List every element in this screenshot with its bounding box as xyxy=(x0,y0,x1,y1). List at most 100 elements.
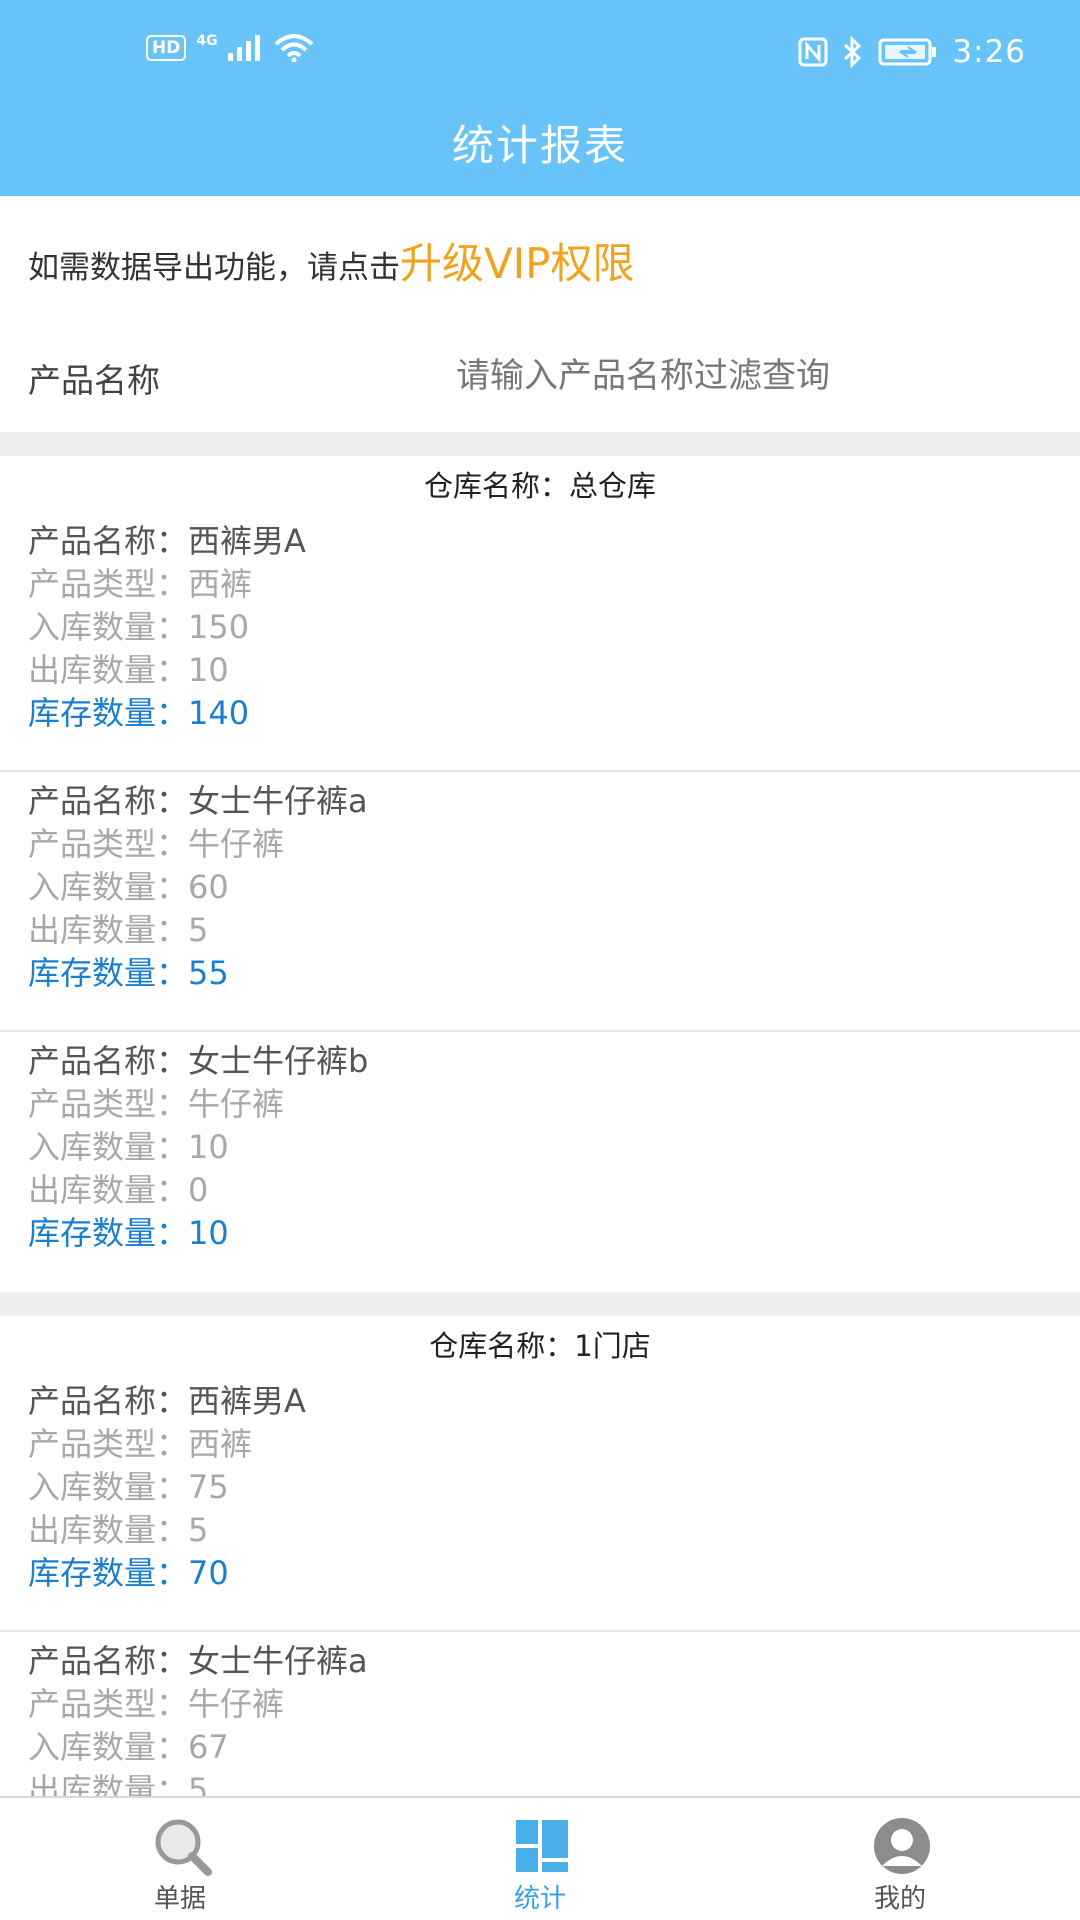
product-card: 产品名称：女士牛仔裤a 产品类型：牛仔裤 入库数量：60 出库数量：5 库存数量… xyxy=(0,772,1080,1032)
tab-documents[interactable]: 单据 xyxy=(80,1798,280,1920)
stock-qty-line: 库存数量：140 xyxy=(28,692,1052,735)
stock-qty-line: 库存数量：55 xyxy=(28,952,1052,995)
warehouse-title: 仓库名称：1门店 xyxy=(0,1316,1080,1372)
in-label: 入库数量： xyxy=(28,1128,189,1166)
tab-statistics[interactable]: 统计 xyxy=(440,1798,640,1920)
hd-badge: HD xyxy=(146,35,187,61)
outbound-qty: 10 xyxy=(188,651,229,689)
inbound-qty-line: 入库数量：75 xyxy=(28,1466,1052,1509)
stock-label: 库存数量： xyxy=(28,694,189,732)
product-name-line: 产品名称：西裤男A xyxy=(28,1380,1052,1423)
battery-icon xyxy=(878,38,937,66)
status-left: HD 4G xyxy=(146,33,314,62)
stock-qty: 140 xyxy=(188,694,250,732)
user-icon xyxy=(874,1818,930,1874)
tab-label: 我的 xyxy=(873,1884,926,1914)
out-label: 出库数量： xyxy=(28,1771,189,1798)
status-bar: HD 4G 3:26 xyxy=(0,0,1080,110)
in-label: 入库数量： xyxy=(28,608,189,646)
type-label: 产品类型： xyxy=(28,1685,189,1723)
out-label: 出库数量： xyxy=(28,1171,189,1209)
name-label: 产品名称： xyxy=(28,1642,189,1680)
type-label: 产品类型： xyxy=(28,1085,189,1123)
upgrade-vip-link[interactable]: 升级VIP权限 xyxy=(400,230,634,291)
product-type-line: 产品类型：西裤 xyxy=(28,563,1052,606)
report-list[interactable]: 仓库名称：总仓库 产品名称：西裤男A 产品类型：西裤 入库数量：150 出库数量… xyxy=(0,432,1080,1798)
tab-label: 单据 xyxy=(153,1884,206,1914)
outbound-qty-line: 出库数量：10 xyxy=(28,649,1052,692)
vip-notice-text: 如需数据导出功能，请点击 xyxy=(28,250,400,286)
stock-qty: 55 xyxy=(188,954,229,992)
outbound-qty: 5 xyxy=(188,911,209,949)
type-label: 产品类型： xyxy=(28,565,189,603)
clock: 3:26 xyxy=(952,34,1026,70)
inbound-qty: 10 xyxy=(188,1128,229,1166)
product-card: 产品名称：女士牛仔裤b 产品类型：牛仔裤 入库数量：10 出库数量：0 库存数量… xyxy=(0,1032,1080,1292)
search-icon xyxy=(155,1819,212,1876)
bottom-tab-bar: 单据 统计 我的 xyxy=(0,1796,1080,1920)
name-label: 产品名称： xyxy=(28,522,189,560)
warehouse-section: 仓库名称：1门店 产品名称：西裤男A 产品类型：西裤 入库数量：75 出库数量：… xyxy=(0,1292,1080,1798)
in-label: 入库数量： xyxy=(28,1728,189,1766)
product-type-line: 产品类型：牛仔裤 xyxy=(28,1083,1052,1126)
stock-qty-line: 库存数量：10 xyxy=(28,1212,1052,1255)
stock-label: 库存数量： xyxy=(28,954,189,992)
vip-notice: 如需数据导出功能，请点击 升级VIP权限 xyxy=(28,230,634,291)
name-label: 产品名称： xyxy=(28,782,189,820)
product-type: 牛仔裤 xyxy=(188,825,285,863)
warehouse-label: 仓库名称： xyxy=(429,1329,575,1363)
stock-qty-line: 库存数量：70 xyxy=(28,1552,1052,1595)
product-filter: 产品名称 xyxy=(0,340,1080,430)
outbound-qty: 5 xyxy=(188,1771,209,1798)
stock-label: 库存数量： xyxy=(28,1214,189,1252)
stock-label: 库存数量： xyxy=(28,1554,189,1592)
product-name-line: 产品名称：女士牛仔裤a xyxy=(28,1640,1052,1683)
out-label: 出库数量： xyxy=(28,1511,189,1549)
warehouse-name: 总仓库 xyxy=(569,469,657,503)
product-type: 牛仔裤 xyxy=(188,1685,285,1723)
outbound-qty-line: 出库数量：0 xyxy=(28,1169,1052,1212)
product-name-filter-input[interactable] xyxy=(456,346,1056,406)
inbound-qty-line: 入库数量：10 xyxy=(28,1126,1052,1169)
tab-label: 统计 xyxy=(513,1884,566,1914)
inbound-qty: 150 xyxy=(188,608,250,646)
warehouse-title: 仓库名称：总仓库 xyxy=(0,456,1080,512)
product-name-line: 产品名称：女士牛仔裤b xyxy=(28,1040,1052,1083)
product-name: 西裤男A xyxy=(188,1382,306,1420)
app-header: HD 4G 3:26 统计报表 xyxy=(0,0,1080,196)
product-name: 女士牛仔裤b xyxy=(188,1042,369,1080)
type-label: 产品类型： xyxy=(28,1425,189,1463)
page-title: 统计报表 xyxy=(451,121,628,170)
product-type-line: 产品类型：牛仔裤 xyxy=(28,823,1052,866)
outbound-qty: 0 xyxy=(188,1171,209,1209)
product-card: 产品名称：西裤男A 产品类型：西裤 入库数量：75 出库数量：5 库存数量：70 xyxy=(0,1372,1080,1632)
product-type: 西裤 xyxy=(188,1425,253,1463)
out-label: 出库数量： xyxy=(28,651,189,689)
in-label: 入库数量： xyxy=(28,868,189,906)
type-label: 产品类型： xyxy=(28,825,189,863)
product-name-line: 产品名称：西裤男A xyxy=(28,520,1052,563)
outbound-qty-line: 出库数量：5 xyxy=(28,909,1052,952)
product-card: 产品名称：女士牛仔裤a 产品类型：牛仔裤 入库数量：67 出库数量：5 xyxy=(0,1632,1080,1798)
stock-qty: 70 xyxy=(188,1554,229,1592)
outbound-qty-line: 出库数量：5 xyxy=(28,1769,1052,1798)
warehouse-name: 1门店 xyxy=(574,1329,651,1363)
product-type: 牛仔裤 xyxy=(188,1085,285,1123)
stock-qty: 10 xyxy=(188,1214,229,1252)
product-name: 女士牛仔裤a xyxy=(188,782,368,820)
network-type: 4G xyxy=(196,33,218,49)
out-label: 出库数量： xyxy=(28,911,189,949)
inbound-qty: 60 xyxy=(188,868,229,906)
product-type-line: 产品类型：西裤 xyxy=(28,1423,1052,1466)
filter-label: 产品名称 xyxy=(28,361,160,400)
name-label: 产品名称： xyxy=(28,1382,189,1420)
dashboard-icon xyxy=(516,1820,568,1872)
inbound-qty-line: 入库数量：60 xyxy=(28,866,1052,909)
inbound-qty-line: 入库数量：150 xyxy=(28,606,1052,649)
warehouse-label: 仓库名称： xyxy=(423,469,569,503)
nfc-icon xyxy=(798,37,828,67)
tab-mine[interactable]: 我的 xyxy=(800,1798,1000,1920)
bluetooth-icon xyxy=(844,36,862,68)
wifi-icon xyxy=(274,34,313,62)
product-type: 西裤 xyxy=(188,565,253,603)
